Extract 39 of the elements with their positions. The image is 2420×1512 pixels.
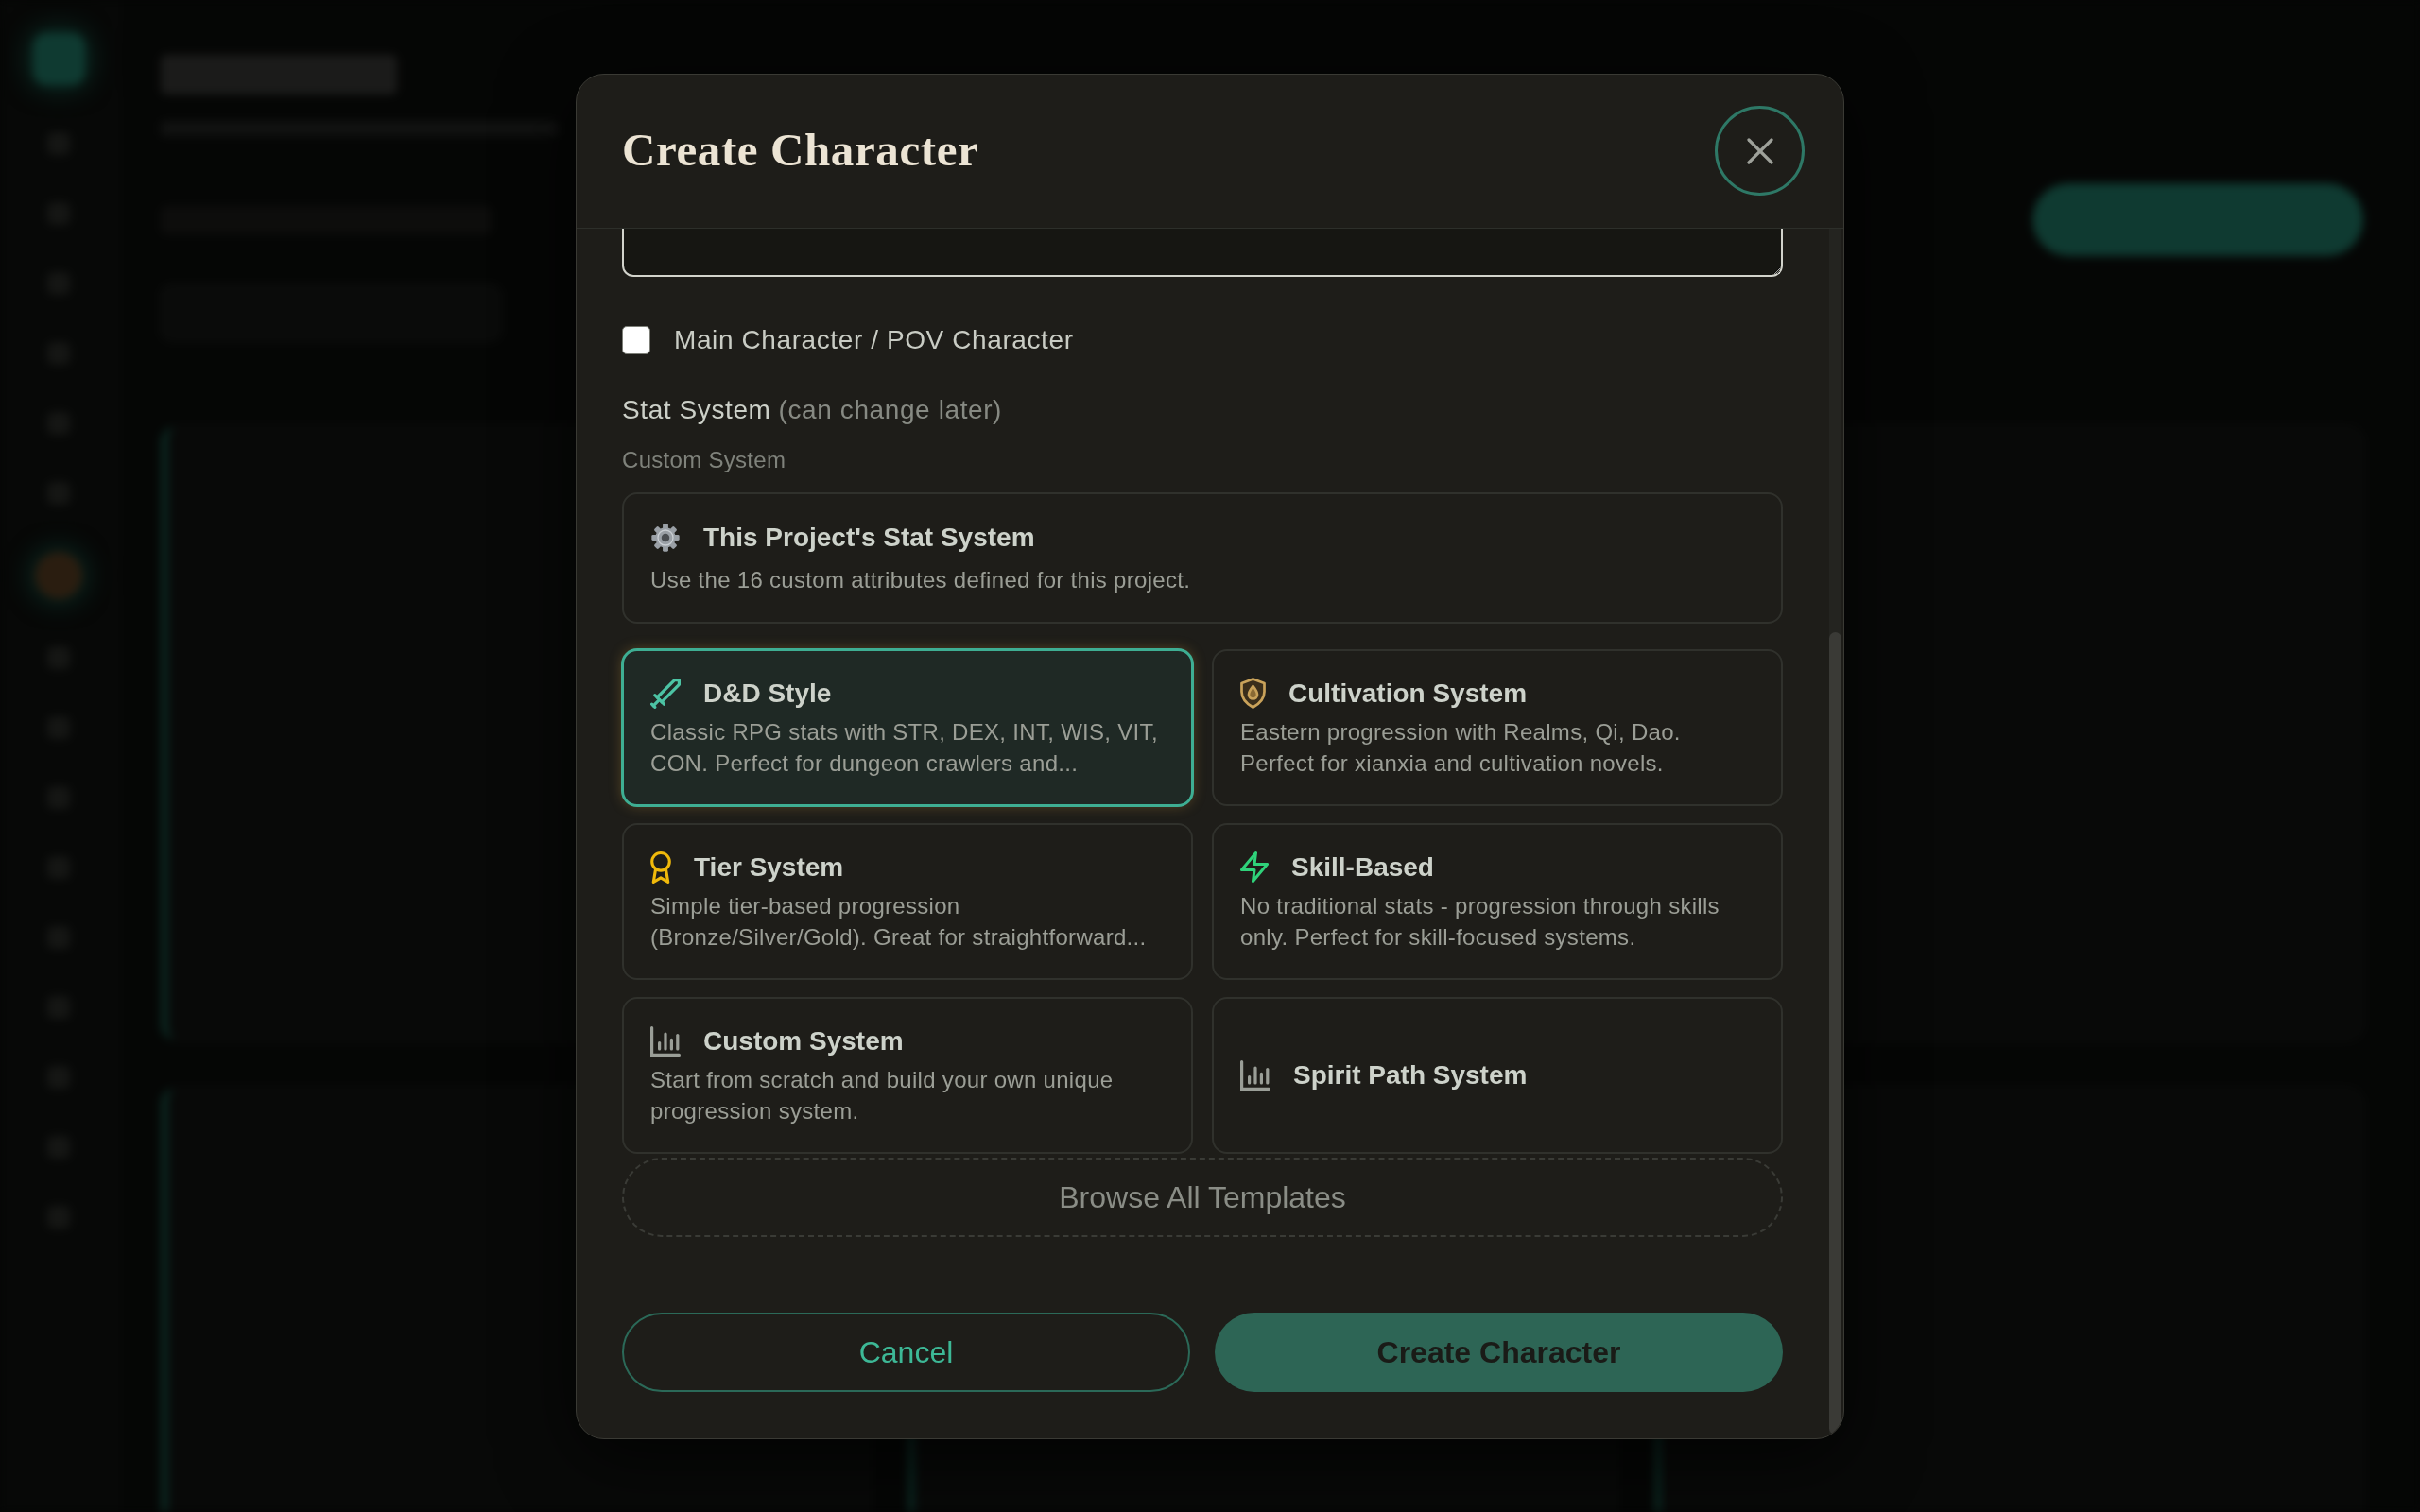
template-card[interactable]: Custom System Start from scratch and build your own unique progression system.: [622, 996, 1193, 1154]
card-title: This Project's Stat System: [703, 521, 1035, 554]
section-label: Custom System: [622, 445, 787, 474]
gear-icon: [650, 522, 681, 553]
card-description: Use the 16 custom attributes defined for this project.: [650, 565, 1192, 594]
checkbox[interactable]: [622, 325, 650, 354]
close-button[interactable]: [1715, 106, 1805, 196]
field-label: Stat System: [622, 394, 771, 424]
sword-icon: [650, 678, 681, 709]
card-description: Start from scratch and build your own unique progression system.: [650, 1065, 1115, 1125]
template-card[interactable]: Cultivation System Eastern progression with Realms, Qi, Dao. Perfect for xianxia and cultivation novels.: [1212, 648, 1783, 806]
card-title: Skill-Based: [1291, 850, 1434, 884]
hint-text: (can change later): [778, 394, 1003, 424]
checkbox-label: Main Character / POV Character: [674, 323, 1074, 356]
template-card[interactable]: Spirit Path System: [1212, 996, 1783, 1154]
template-card[interactable]: This Project's Stat System Use the 16 custom attributes defined for this project.: [622, 491, 1783, 624]
card-title: Spirit Path System: [1293, 1058, 1528, 1091]
card-title: Tier System: [694, 850, 844, 884]
bar-chart-icon: [1240, 1059, 1270, 1091]
template-card[interactable]: Tier System Simple tier-based progression (Bronze/Silver/Gold). Great for straightforward...: [622, 822, 1193, 980]
text-area[interactable]: [622, 228, 1783, 277]
card-title: Custom System: [703, 1024, 904, 1057]
scrollbar-thumb[interactable]: [1829, 631, 1841, 1435]
browse-templates-button[interactable]: Browse All Templates: [622, 1157, 1783, 1237]
close-icon: [1746, 137, 1773, 164]
card-description: Eastern progression with Realms, Qi, Dao. Perfect for xianxia and cultivation novels.: [1240, 717, 1682, 778]
template-card[interactable]: Skill-Based No traditional stats - progression through skills only. Perfect for skill-focused systems.: [1212, 822, 1783, 980]
template-card[interactable]: D&D Style Classic RPG stats with STR, DEX, INT, WIS, VIT, CON. Perfect for dungeon crawlers and...: [622, 648, 1193, 806]
medal-icon: [650, 850, 671, 884]
lightning-icon: [1240, 851, 1269, 883]
card-description: No traditional stats - progression through skills only. Perfect for skill-focused systems.: [1240, 891, 1720, 952]
card-description: Classic RPG stats with STR, DEX, INT, WIS, VIT, CON. Perfect for dungeon crawlers and...: [650, 717, 1159, 778]
shield-icon: [1240, 678, 1266, 709]
dialog-title: Create Character: [622, 123, 979, 179]
card-title: Cultivation System: [1288, 677, 1528, 710]
bar-chart-icon: [650, 1025, 681, 1057]
cancel-button[interactable]: Cancel: [622, 1312, 1190, 1392]
card-description: Simple tier-based progression (Bronze/Silver/Gold). Great for straightforward...: [650, 891, 1148, 952]
card-title: D&D Style: [703, 677, 832, 710]
